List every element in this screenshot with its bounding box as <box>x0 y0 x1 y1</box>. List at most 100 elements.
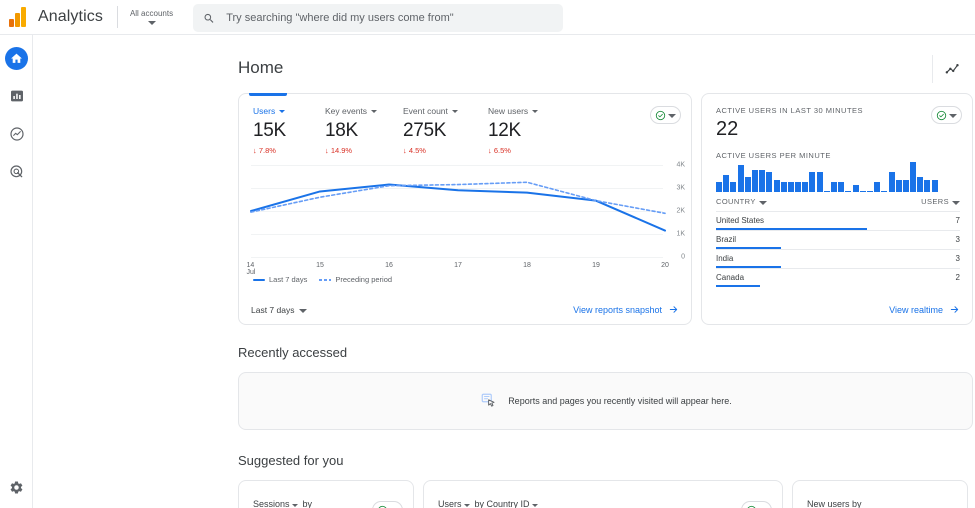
chart-series-0 <box>251 185 665 231</box>
date-range-selector[interactable]: Last 7 days <box>251 305 307 315</box>
left-nav-rail <box>0 35 33 508</box>
realtime-bar <box>802 182 808 192</box>
metric-users: Users15K↓ 7.8% <box>253 106 325 155</box>
table-row[interactable]: Canada2 <box>716 268 960 287</box>
top-bar: Analytics All accounts <box>0 0 975 35</box>
row-progress-bar <box>716 285 760 287</box>
sidebar-item-explore[interactable] <box>0 120 33 148</box>
divider <box>117 6 118 28</box>
card-status-pill[interactable] <box>650 106 681 124</box>
chart-y-axis: 01K2K3K4K <box>665 161 687 261</box>
sidebar-item-advertising[interactable] <box>0 158 33 186</box>
metric-selector[interactable]: Event count <box>403 106 488 116</box>
chevron-down-icon <box>279 110 285 113</box>
x-axis-tick: 18 <box>523 262 531 269</box>
home-icon <box>10 52 23 65</box>
realtime-bar <box>889 172 895 192</box>
realtime-bar <box>781 182 787 192</box>
suggested-metric-label[interactable]: Users <box>438 499 462 508</box>
realtime-bar <box>932 180 938 193</box>
table-row[interactable]: United States7 <box>716 211 960 230</box>
insights-icon[interactable] <box>944 61 961 83</box>
account-selector-label: All accounts <box>130 9 173 19</box>
realtime-status-pill[interactable] <box>931 106 962 124</box>
suggested-card-status-pill[interactable] <box>741 501 772 508</box>
chevron-down-icon <box>532 504 538 507</box>
page-title: Home <box>238 58 975 78</box>
metrics-overview-card: Users15K↓ 7.8%Key events18K↓ 14.9%Event … <box>238 93 692 325</box>
view-realtime-label: View realtime <box>889 305 943 315</box>
check-circle-icon <box>377 505 388 508</box>
chart-series-1 <box>251 182 665 213</box>
suggested-card-status-pill[interactable] <box>372 501 403 508</box>
account-selector[interactable]: All accounts <box>130 9 173 25</box>
sidebar-item-home[interactable] <box>0 44 33 72</box>
metric-delta: ↓ 6.5% <box>488 146 560 155</box>
realtime-bar <box>903 180 909 193</box>
table-row[interactable]: India3 <box>716 249 960 268</box>
realtime-bar <box>745 177 751 192</box>
table-header: COUNTRY USERS <box>716 197 960 211</box>
column-header-country-label: COUNTRY <box>716 197 756 206</box>
realtime-bar <box>817 172 823 192</box>
recently-accessed-title: Recently accessed <box>238 345 347 360</box>
suggested-card-title: Usersby Country ID <box>424 481 782 508</box>
chevron-down-icon <box>532 110 538 113</box>
search-input[interactable] <box>224 11 553 25</box>
chart-plot <box>239 161 693 261</box>
column-header-users[interactable]: USERS <box>921 197 960 206</box>
chevron-down-icon <box>952 201 960 205</box>
recently-accessed-empty-text: Reports and pages you recently visited w… <box>508 396 732 406</box>
realtime-bar <box>924 180 930 193</box>
realtime-bar <box>788 182 794 192</box>
check-circle-icon <box>655 110 666 121</box>
divider <box>932 55 933 83</box>
realtime-bar <box>738 165 744 193</box>
column-header-country[interactable]: COUNTRY <box>716 197 767 206</box>
metric-value: 12K <box>488 120 560 142</box>
chevron-down-icon <box>292 504 298 507</box>
realtime-bar <box>759 170 765 193</box>
metric-selector[interactable]: Users <box>253 106 325 116</box>
table-row[interactable]: Brazil3 <box>716 230 960 249</box>
click-cursor-icon <box>479 392 499 410</box>
realtime-bar <box>874 182 880 192</box>
view-reports-snapshot-link[interactable]: View reports snapshot <box>573 304 679 315</box>
realtime-bar <box>860 191 866 192</box>
chevron-down-icon <box>371 110 377 113</box>
realtime-bar <box>881 191 887 192</box>
metric-name-label: Users <box>253 106 275 116</box>
explore-icon <box>9 126 25 142</box>
realtime-bar <box>896 180 902 193</box>
metric-selector[interactable]: New users <box>488 106 560 116</box>
suggested-metric-label[interactable]: New users by <box>807 499 862 508</box>
sidebar-item-reports[interactable] <box>0 82 33 110</box>
check-circle-icon <box>936 110 947 121</box>
x-axis-tick: 19 <box>592 262 600 269</box>
realtime-bar <box>917 177 923 192</box>
metric-value: 15K <box>253 120 325 142</box>
realtime-bar <box>853 185 859 193</box>
realtime-card-footer: View realtime <box>702 304 972 315</box>
realtime-bar <box>824 191 830 192</box>
suggested-card-0: Sessionsby <box>238 480 414 508</box>
realtime-per-minute-chart <box>702 160 972 192</box>
metric-event-count: Event count275K↓ 4.5% <box>403 106 488 155</box>
country-users: 3 <box>956 254 960 263</box>
x-axis-tick: 15 <box>316 262 324 269</box>
metric-selector[interactable]: Key events <box>325 106 403 116</box>
arrow-right-icon <box>668 304 679 315</box>
country-name: United States <box>716 216 764 225</box>
view-realtime-link[interactable]: View realtime <box>889 304 960 315</box>
country-users: 2 <box>956 273 960 282</box>
view-reports-snapshot-label: View reports snapshot <box>573 305 662 315</box>
check-circle-icon <box>746 505 757 508</box>
sidebar-item-settings[interactable] <box>0 474 33 500</box>
realtime-bar <box>774 180 780 193</box>
suggested-metric-label[interactable]: Sessions <box>253 499 290 508</box>
metric-name-label: New users <box>488 106 528 116</box>
main-content: Home Users15K↓ 7.8%Key events18K↓ 14.9%E… <box>33 35 975 508</box>
realtime-bar <box>730 182 736 192</box>
search-box[interactable] <box>193 4 563 32</box>
suggested-card-title: New users by <box>793 481 967 508</box>
